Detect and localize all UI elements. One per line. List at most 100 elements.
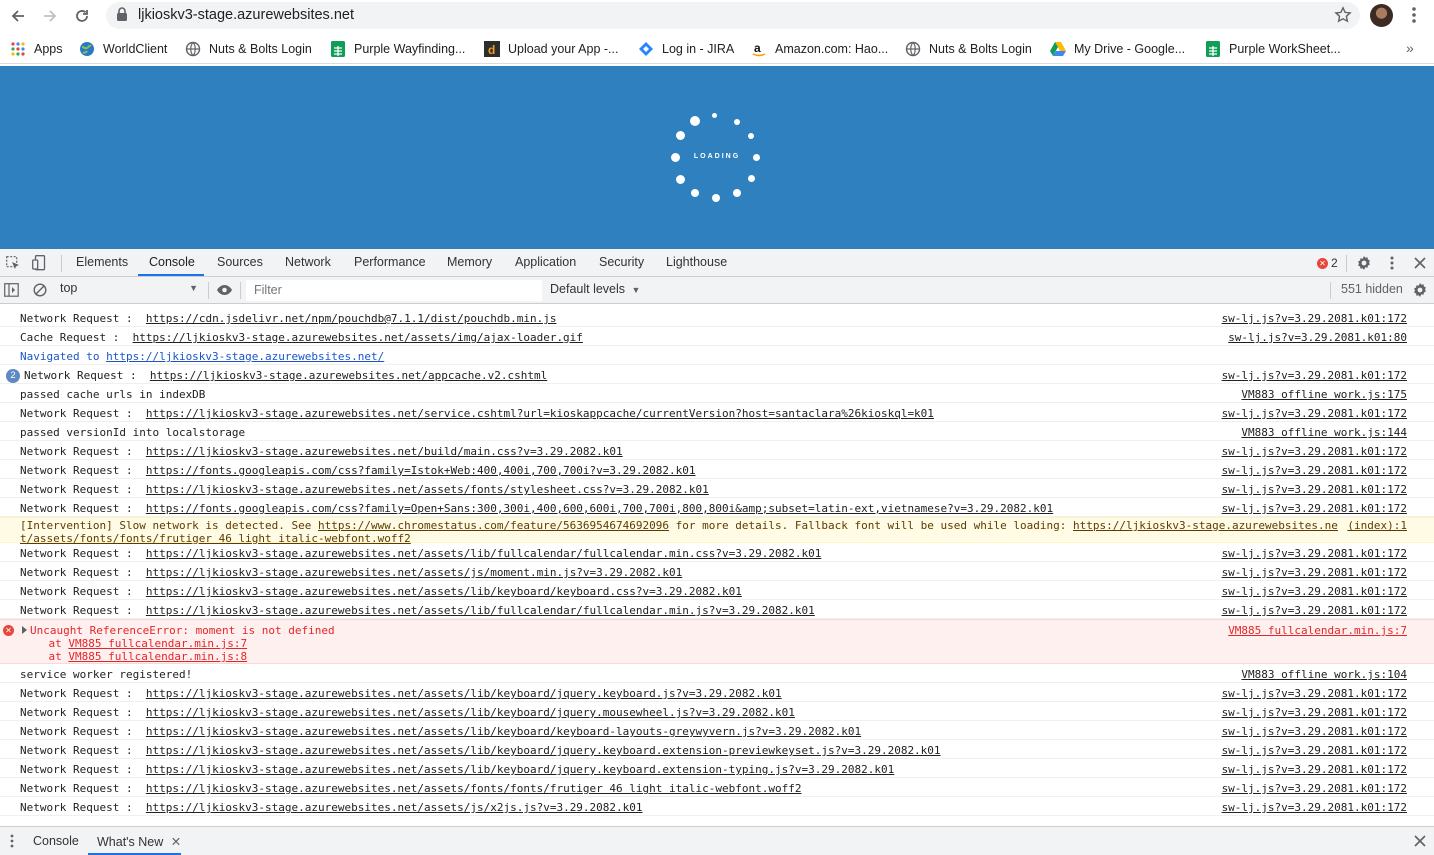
tab-security[interactable]: Security bbox=[599, 255, 644, 269]
message-body: Network Request : https://ljkioskv3-stag… bbox=[20, 706, 795, 719]
close-drawer-icon[interactable] bbox=[1414, 835, 1426, 847]
source-link[interactable]: VM885 fullcalendar.min.js:7 bbox=[1228, 624, 1407, 637]
close-devtools-icon[interactable] bbox=[1414, 257, 1426, 269]
browser-menu-icon[interactable] bbox=[1406, 4, 1422, 26]
message-link[interactable]: https://ljkioskv3-stage.azurewebsites.ne… bbox=[146, 547, 822, 560]
source-link[interactable]: (index):1 bbox=[1347, 519, 1407, 532]
bookmark-apps[interactable]: Apps bbox=[10, 40, 63, 58]
source-link[interactable]: VM883 offline work.js:144 bbox=[1241, 426, 1407, 439]
source-link[interactable]: sw-lj.js?v=3.29.2081.k01:80 bbox=[1228, 331, 1407, 344]
message-link[interactable]: https://ljkioskv3-stage.azurewebsites.ne… bbox=[146, 604, 815, 617]
sidebar-toggle-icon[interactable] bbox=[4, 283, 19, 297]
message-link[interactable]: https://ljkioskv3-stage.azurewebsites.ne… bbox=[146, 566, 682, 579]
message-link[interactable]: https://ljkioskv3-stage.azurewebsites.ne… bbox=[150, 369, 547, 382]
source-link[interactable]: sw-lj.js?v=3.29.2081.k01:172 bbox=[1222, 407, 1407, 420]
source-link[interactable]: sw-lj.js?v=3.29.2081.k01:172 bbox=[1222, 763, 1407, 776]
drawer-menu-icon[interactable] bbox=[8, 834, 16, 848]
drawer-tab-console[interactable]: Console bbox=[33, 834, 79, 848]
tab-performance[interactable]: Performance bbox=[354, 255, 426, 269]
source-link[interactable]: VM883 offline work.js:175 bbox=[1241, 388, 1407, 401]
source-link[interactable]: sw-lj.js?v=3.29.2081.k01:172 bbox=[1222, 585, 1407, 598]
message-link[interactable]: https://ljkioskv3-stage.azurewebsites.ne… bbox=[106, 350, 384, 363]
message-link[interactable]: https://ljkioskv3-stage.azurewebsites.ne… bbox=[146, 585, 742, 598]
tab-elements[interactable]: Elements bbox=[76, 255, 128, 269]
message-link[interactable]: https://ljkioskv3-stage.azurewebsites.ne… bbox=[146, 801, 643, 814]
bookmark-amazon[interactable]: a Amazon.com: Hao... bbox=[751, 40, 888, 58]
message-link[interactable]: VM885 fullcalendar.min.js:7 bbox=[68, 637, 247, 650]
bookmark-nuts-bolts-2[interactable]: Nuts & Bolts Login bbox=[905, 40, 1032, 58]
message-link[interactable]: VM885 fullcalendar.min.js:8 bbox=[68, 650, 247, 663]
tab-memory[interactable]: Memory bbox=[447, 255, 492, 269]
source-link[interactable]: sw-lj.js?v=3.29.2081.k01:172 bbox=[1222, 312, 1407, 325]
devtools-menu-icon[interactable] bbox=[1386, 255, 1398, 271]
message-link[interactable]: https://ljkioskv3-stage.azurewebsites.ne… bbox=[146, 782, 802, 795]
message-link[interactable]: https://ljkioskv3-stage.azurewebsites.ne… bbox=[133, 331, 583, 344]
message-link[interactable]: https://cdn.jsdelivr.net/npm/pouchdb@7.1… bbox=[146, 312, 557, 325]
message-link[interactable]: https://ljkioskv3-stage.azurewebsites.ne… bbox=[146, 687, 782, 700]
profile-avatar[interactable] bbox=[1370, 4, 1393, 27]
bookmark-worldclient[interactable]: WorldClient bbox=[79, 40, 167, 58]
source-link[interactable]: sw-lj.js?v=3.29.2081.k01:172 bbox=[1222, 369, 1407, 382]
inspect-element-icon[interactable] bbox=[6, 256, 20, 270]
live-expression-eye-icon[interactable] bbox=[216, 284, 233, 296]
clear-console-icon[interactable] bbox=[33, 283, 47, 297]
source-link[interactable]: sw-lj.js?v=3.29.2081.k01:172 bbox=[1222, 464, 1407, 477]
tab-console[interactable]: Console bbox=[149, 255, 195, 269]
source-link[interactable]: VM883 offline work.js:104 bbox=[1241, 668, 1407, 681]
source-link[interactable]: sw-lj.js?v=3.29.2081.k01:172 bbox=[1222, 483, 1407, 496]
console-row: Navigated to https://ljkioskv3-stage.azu… bbox=[0, 346, 1434, 365]
tab-lighthouse[interactable]: Lighthouse bbox=[666, 255, 727, 269]
message-link[interactable]: https://ljkioskv3-stage.azurewebsites.ne… bbox=[146, 483, 709, 496]
source-link[interactable]: sw-lj.js?v=3.29.2081.k01:172 bbox=[1222, 801, 1407, 814]
message-link[interactable]: https://ljkioskv3-stage.azurewebsites.ne… bbox=[146, 407, 934, 420]
source-link[interactable]: sw-lj.js?v=3.29.2081.k01:172 bbox=[1222, 604, 1407, 617]
bookmark-purple-worksheet[interactable]: Purple WorkSheet... bbox=[1205, 40, 1341, 58]
message-link[interactable]: https://ljkioskv3-stage.azurewebsites.ne… bbox=[146, 706, 795, 719]
message-text: passed versionId into localstorage bbox=[20, 426, 246, 439]
message-link[interactable]: https://ljkioskv3-stage.azurewebsites.ne… bbox=[146, 445, 623, 458]
source-link[interactable]: sw-lj.js?v=3.29.2081.k01:172 bbox=[1222, 566, 1407, 579]
address-bar[interactable]: ljkioskv3-stage.azurewebsites.net bbox=[106, 2, 1360, 29]
message-link[interactable]: https://fonts.googleapis.com/css?family=… bbox=[146, 464, 696, 477]
source-link[interactable]: sw-lj.js?v=3.29.2081.k01:172 bbox=[1222, 725, 1407, 738]
hidden-messages-count: 551 hidden bbox=[1341, 282, 1403, 296]
message-text: Network Request : bbox=[20, 445, 146, 458]
bookmarks-overflow-icon[interactable]: » bbox=[1406, 40, 1414, 56]
source-link[interactable]: sw-lj.js?v=3.29.2081.k01:172 bbox=[1222, 782, 1407, 795]
source-link[interactable]: sw-lj.js?v=3.29.2081.k01:172 bbox=[1222, 547, 1407, 560]
bookmark-star-icon[interactable] bbox=[1334, 6, 1352, 24]
error-count-badge[interactable]: ✕ 2 bbox=[1317, 256, 1338, 270]
message-link[interactable]: https://ljkioskv3-stage.azurewebsites.ne… bbox=[146, 744, 941, 757]
drawer-tab-whats-new[interactable]: What's New ✕ bbox=[97, 834, 181, 849]
bookmark-nuts-bolts-1[interactable]: Nuts & Bolts Login bbox=[185, 40, 312, 58]
bookmark-upload-app[interactable]: d Upload your App -... bbox=[484, 40, 618, 58]
message-link[interactable]: https://ljkioskv3-stage.azurewebsites.ne… bbox=[146, 763, 894, 776]
message-link[interactable]: https://fonts.googleapis.com/css?family=… bbox=[146, 502, 1053, 515]
message-link[interactable]: https://ljkioskv3-stage.azurewebsites.ne… bbox=[146, 725, 861, 738]
filter-input[interactable]: Filter bbox=[246, 280, 542, 301]
source-link[interactable]: sw-lj.js?v=3.29.2081.k01:172 bbox=[1222, 706, 1407, 719]
bookmark-purple-wayfinding[interactable]: Purple Wayfinding... bbox=[330, 40, 465, 58]
message-body: Network Request : https://ljkioskv3-stag… bbox=[20, 585, 742, 598]
message-link[interactable]: https://www.chromestatus.com/feature/563… bbox=[318, 519, 669, 532]
source-link[interactable]: sw-lj.js?v=3.29.2081.k01:172 bbox=[1222, 744, 1407, 757]
tab-sources[interactable]: Sources bbox=[217, 255, 263, 269]
back-button[interactable] bbox=[6, 4, 30, 28]
device-toolbar-icon[interactable] bbox=[32, 255, 46, 271]
tab-application[interactable]: Application bbox=[515, 255, 576, 269]
source-link[interactable]: sw-lj.js?v=3.29.2081.k01:172 bbox=[1222, 502, 1407, 515]
forward-button[interactable] bbox=[38, 4, 62, 28]
source-link[interactable]: sw-lj.js?v=3.29.2081.k01:172 bbox=[1222, 445, 1407, 458]
bookmark-google-drive[interactable]: My Drive - Google... bbox=[1050, 40, 1185, 58]
reload-button[interactable] bbox=[70, 4, 94, 28]
bookmark-jira[interactable]: Log in - JIRA bbox=[638, 40, 734, 58]
log-levels-dropdown[interactable]: Default levels ▼ bbox=[550, 282, 640, 296]
console-settings-gear-icon[interactable] bbox=[1412, 282, 1428, 298]
settings-gear-icon[interactable] bbox=[1356, 255, 1372, 271]
close-tab-icon[interactable]: ✕ bbox=[171, 835, 181, 849]
context-selector[interactable]: top ▼ bbox=[60, 281, 204, 300]
source-link[interactable]: sw-lj.js?v=3.29.2081.k01:172 bbox=[1222, 687, 1407, 700]
expand-triangle-icon[interactable] bbox=[22, 626, 27, 634]
message-link[interactable]: https://ljkioskv3-stage.azurewebsites.ne bbox=[1073, 519, 1338, 532]
tab-network[interactable]: Network bbox=[285, 255, 331, 269]
